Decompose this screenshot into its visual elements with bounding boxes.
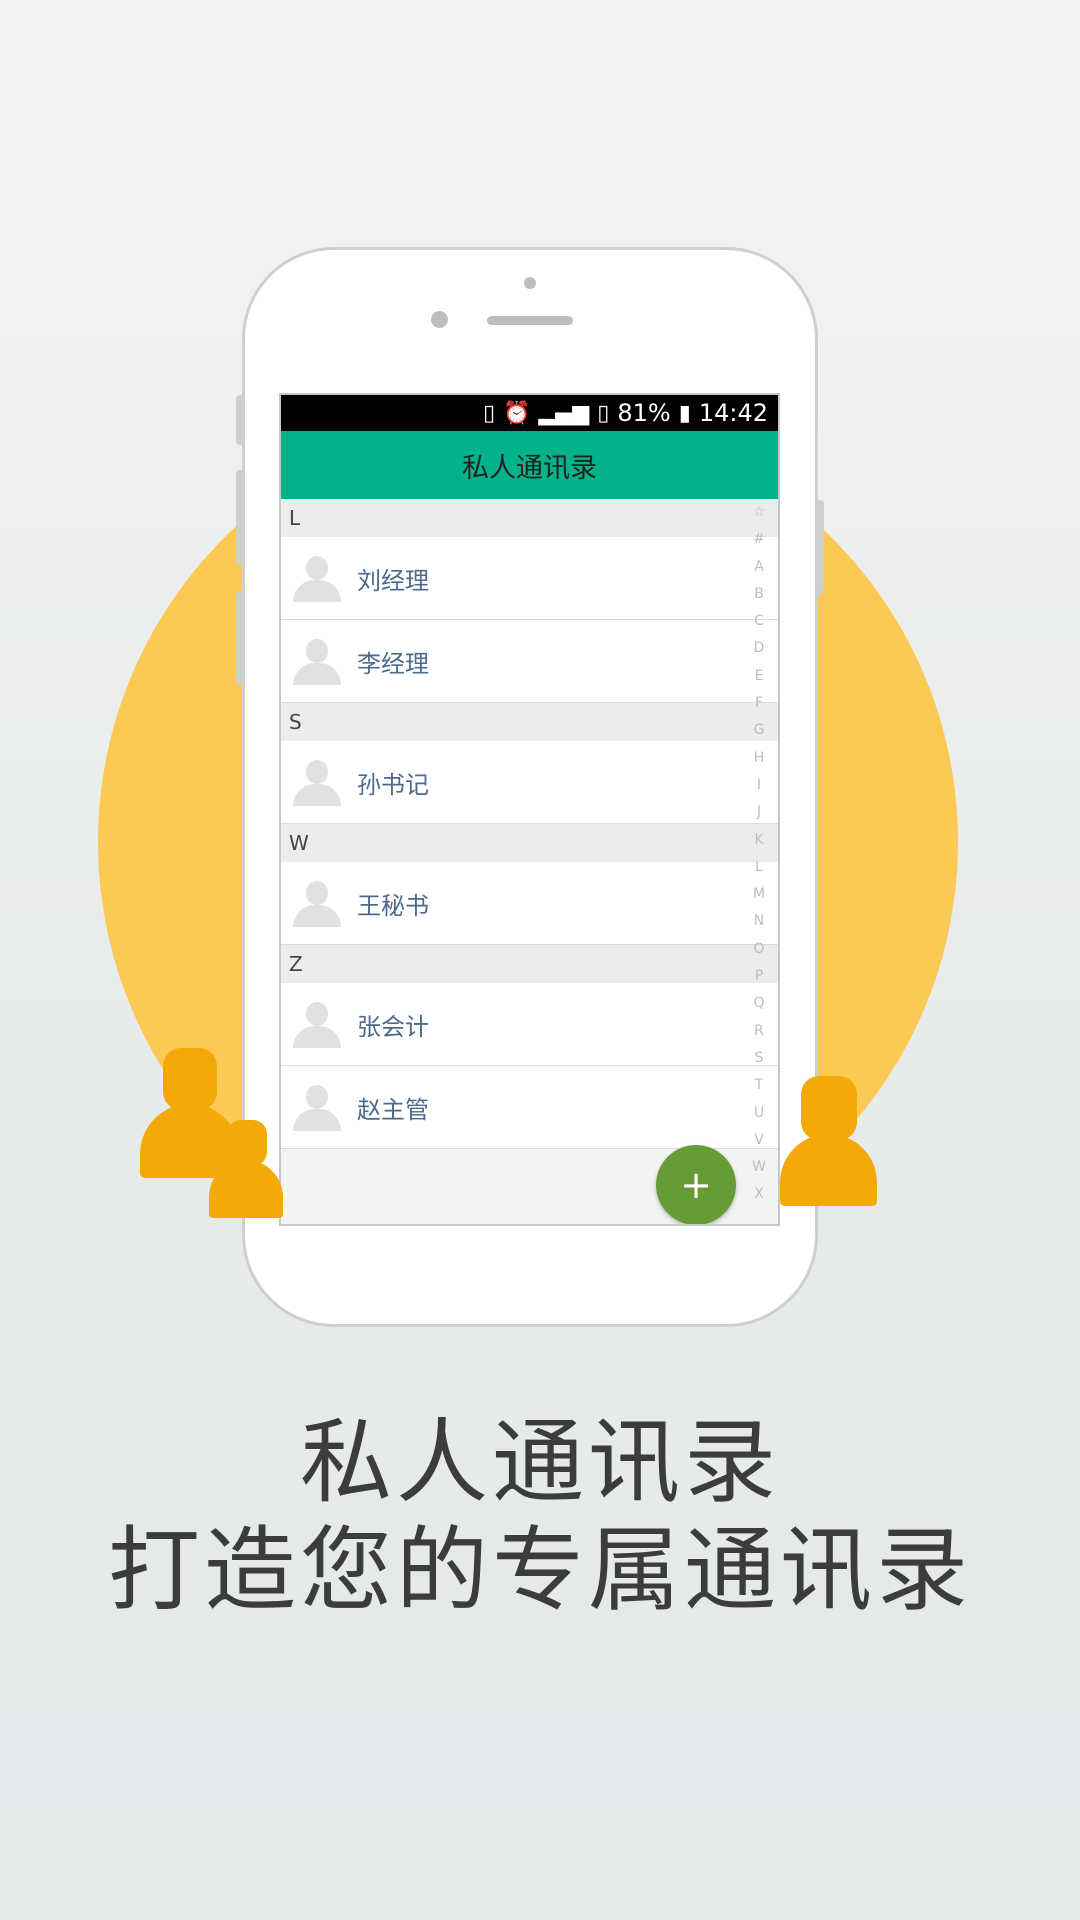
index-letter[interactable]: O: [753, 936, 764, 963]
index-letter[interactable]: ☆: [753, 499, 766, 526]
contact-row[interactable]: 李经理: [281, 620, 778, 703]
contact-name: 李经理: [357, 649, 429, 678]
contact-row[interactable]: 张会计: [281, 983, 778, 1066]
person-silhouette-icon: [209, 1120, 284, 1220]
index-letter[interactable]: R: [754, 1018, 764, 1045]
index-letter[interactable]: P: [755, 963, 763, 990]
avatar-icon: [293, 1085, 341, 1131]
person-silhouette-icon: [780, 1076, 880, 1208]
avatar-icon: [293, 639, 341, 685]
sim-icon: ▯: [597, 400, 610, 426]
phone-speaker: [487, 316, 573, 325]
avatar-icon: [293, 556, 341, 602]
contact-name: 王秘书: [357, 891, 429, 920]
phone-screen: ▯ ⏰ ▂▄▆ ▯ 81% ▮ 14:42 私人通讯录 L 刘经理李经理 S 孙书记 W…: [279, 393, 780, 1226]
contact-row[interactable]: 孙书记: [281, 741, 778, 824]
index-letter[interactable]: Q: [753, 990, 764, 1017]
contact-name: 赵主管: [357, 1095, 429, 1124]
avatar-icon: [293, 760, 341, 806]
index-letter[interactable]: U: [754, 1100, 764, 1127]
section-header: Z: [281, 945, 778, 983]
status-time: 14:42: [698, 399, 768, 427]
index-letter[interactable]: N: [754, 908, 764, 935]
battery-percent: 81%: [617, 399, 671, 427]
index-letter[interactable]: B: [754, 581, 764, 608]
index-letter[interactable]: V: [754, 1127, 764, 1154]
contact-name: 孙书记: [357, 770, 429, 799]
index-letter[interactable]: #: [753, 526, 765, 553]
contact-name: 张会计: [357, 1012, 429, 1041]
index-letter[interactable]: D: [754, 635, 765, 662]
contact-row[interactable]: 王秘书: [281, 862, 778, 945]
signal-3g-1x-icon: ▂▄▆: [538, 400, 590, 426]
section-header: L: [281, 499, 778, 537]
index-letter[interactable]: W: [752, 1154, 766, 1181]
app-title: 私人通讯录: [462, 452, 597, 484]
index-letter[interactable]: A: [754, 554, 764, 581]
index-letter[interactable]: T: [755, 1072, 764, 1099]
phone-sensor: [431, 311, 448, 328]
status-bar: ▯ ⏰ ▂▄▆ ▯ 81% ▮ 14:42: [281, 395, 778, 431]
contact-row[interactable]: 赵主管: [281, 1066, 778, 1149]
index-letter[interactable]: X: [754, 1181, 764, 1208]
phone-side-button: [236, 395, 244, 445]
phone-side-button: [236, 470, 244, 565]
index-letter[interactable]: E: [755, 663, 764, 690]
index-letter[interactable]: H: [754, 745, 765, 772]
battery-icon: ▮: [678, 400, 691, 426]
index-letter[interactable]: M: [753, 881, 765, 908]
phone-side-button: [236, 590, 244, 685]
index-letter[interactable]: I: [757, 772, 761, 799]
front-camera: [524, 277, 536, 289]
alarm-icon: ⏰: [503, 400, 531, 426]
index-letter[interactable]: F: [755, 690, 763, 717]
avatar-icon: [293, 881, 341, 927]
phone-side-button: [816, 500, 824, 595]
avatar-icon: [293, 1002, 341, 1048]
index-letter[interactable]: L: [755, 854, 763, 881]
section-header: S: [281, 703, 778, 741]
vibrate-icon: ▯: [482, 400, 496, 426]
app-bar: 私人通讯录: [281, 431, 778, 499]
index-letter[interactable]: J: [757, 799, 761, 826]
contact-name: 刘经理: [357, 566, 429, 595]
index-letter[interactable]: C: [754, 608, 764, 635]
contact-row[interactable]: 刘经理: [281, 537, 778, 620]
caption-line-2: 打造您的专属通讯录: [107, 1517, 972, 1624]
index-letter[interactable]: G: [754, 717, 765, 744]
index-letter[interactable]: K: [754, 827, 763, 854]
add-contact-button[interactable]: +: [656, 1145, 736, 1224]
plus-icon: +: [680, 1163, 712, 1207]
contact-list: L 刘经理李经理 S 孙书记 W 王秘书 Z 张会计赵主管: [281, 499, 778, 1149]
index-letter[interactable]: S: [755, 1045, 764, 1072]
section-header: W: [281, 824, 778, 862]
alphabet-index-bar[interactable]: ☆ # A B C D E F G H I J K L M N O P Q R S T U V W X: [740, 499, 778, 1209]
